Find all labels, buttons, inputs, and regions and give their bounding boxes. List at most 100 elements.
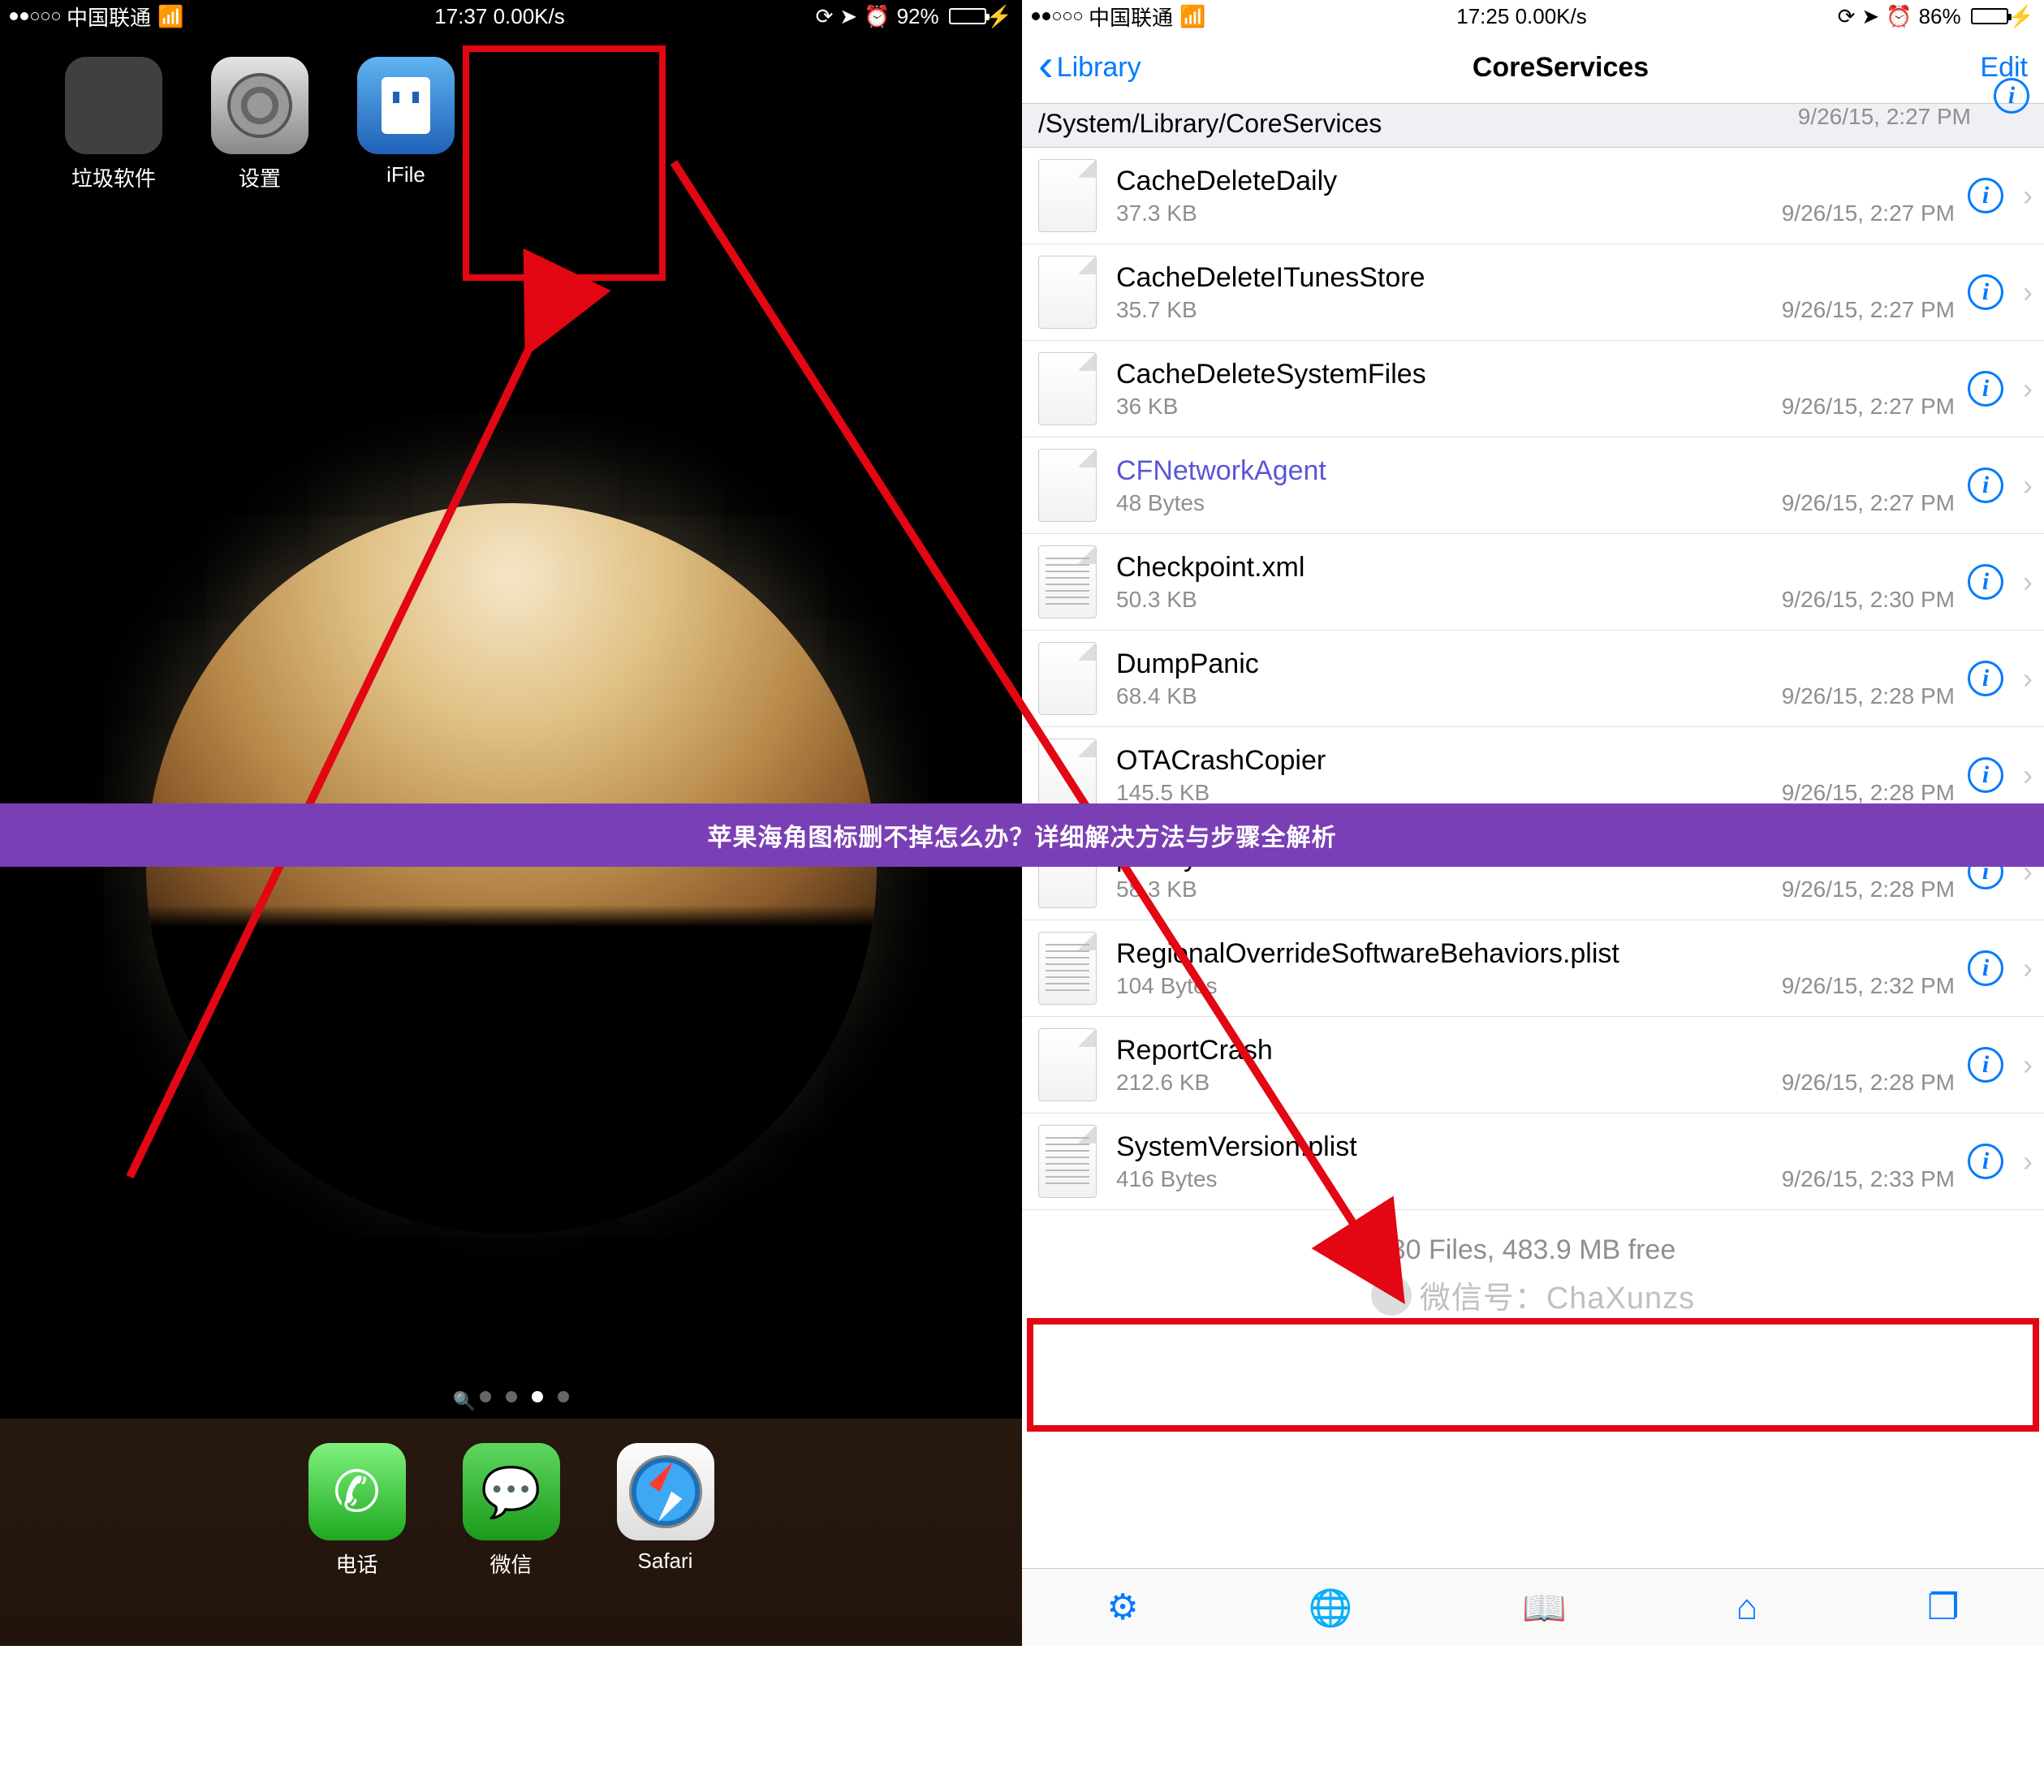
wifi-icon: 📶 [1179, 4, 1205, 29]
file-date: 9/26/15, 2:33 PM [1782, 1166, 1955, 1192]
file-row[interactable]: RegionalOverrideSoftwareBehaviors.plist1… [1022, 920, 2044, 1017]
settings-icon[interactable]: ⚙ [1106, 1587, 1138, 1628]
file-row[interactable]: SystemVersion.plist416 Bytes9/26/15, 2:3… [1022, 1114, 2044, 1210]
file-date: 9/26/15, 2:27 PM [1782, 490, 1955, 516]
file-date: 9/26/15, 2:27 PM [1782, 394, 1955, 420]
web-icon[interactable]: 🌐 [1309, 1587, 1353, 1629]
file-name: Checkpoint.xml [1116, 552, 2044, 584]
footer-summary: 30 Files, 483.9 MB free [1022, 1210, 2044, 1273]
info-icon[interactable]: i [1968, 178, 2003, 213]
file-icon [1038, 256, 1097, 329]
info-icon[interactable]: i [1968, 371, 2003, 407]
chevron-right-icon: › [2023, 468, 2033, 502]
file-name: RegionalOverrideSoftwareBehaviors.plist [1116, 938, 2044, 970]
bookmarks-icon[interactable]: 📖 [1522, 1587, 1567, 1629]
file-row[interactable]: CacheDeleteSystemFiles 36 KB 9/26/15, 2:27… [1022, 341, 2044, 437]
file-size: 68.4 KB [1116, 683, 1197, 709]
carrier-label: 中国联通 [67, 2, 151, 32]
info-icon[interactable]: i [1968, 1144, 2003, 1179]
file-size: 212.6 KB [1116, 1070, 1210, 1096]
back-button[interactable]: Library [1038, 52, 1141, 84]
nav-title: CoreServices [1473, 52, 1649, 84]
info-icon[interactable]: i [1968, 661, 2003, 696]
phone-icon: ✆ [308, 1443, 406, 1540]
path-bar[interactable]: /System/Library/CoreServices 9/26/15, 2:… [1022, 104, 2044, 148]
file-size: 35.7 KB [1116, 297, 1197, 323]
file-name: CacheDeleteSystemFiles [1116, 359, 2044, 390]
info-icon[interactable]: i [1968, 757, 2003, 793]
lock-icon: ⟳ [816, 4, 834, 29]
chevron-right-icon: › [2023, 275, 2033, 309]
file-size: 58.3 KB [1116, 877, 1197, 902]
file-row[interactable]: CacheDeleteDaily37.3 KB9/26/15, 2:27 PMi… [1022, 148, 2044, 244]
signal-dots-icon [1032, 12, 1082, 20]
file-date: 9/26/15, 2:28 PM [1782, 683, 1955, 709]
info-icon[interactable]: i [1968, 467, 2003, 503]
file-icon [1038, 1125, 1097, 1198]
page-indicator[interactable]: 🔍 [0, 1391, 1022, 1402]
app-label: 垃圾软件 [71, 162, 156, 192]
file-row[interactable]: CacheDeleteITunesStore35.7 KB9/26/15, 2:… [1022, 244, 2044, 341]
file-date: 9/26/15, 2:28 PM [1782, 877, 1955, 902]
ghost-date: 9/26/15, 2:27 PM [1798, 104, 1971, 130]
speed-label: 0.00K/s [494, 4, 565, 28]
file-date: 9/26/15, 2:28 PM [1782, 780, 1955, 806]
file-date: 9/26/15, 2:32 PM [1782, 973, 1955, 999]
file-row[interactable]: Checkpoint.xml50.3 KB9/26/15, 2:30 PMi› [1022, 534, 2044, 631]
app-ifile[interactable]: iFile [357, 57, 455, 192]
wifi-icon: 📶 [157, 4, 183, 29]
safari-icon [617, 1443, 714, 1540]
battery-pct: 86% [1919, 4, 1961, 29]
alarm-icon: ⏰ [1886, 4, 1912, 29]
file-name: CacheDeleteITunesStore [1116, 262, 2044, 294]
file-size: 36 KB [1116, 394, 1178, 420]
info-icon[interactable]: i [1994, 78, 2029, 114]
chevron-right-icon: › [2023, 661, 2033, 696]
signal-dots-icon [10, 12, 60, 20]
gear-icon [211, 57, 308, 154]
file-name: CacheDeleteDaily [1116, 166, 2044, 197]
file-icon [1038, 932, 1097, 1005]
chevron-right-icon: › [2023, 1144, 2033, 1178]
dock-wechat[interactable]: 💬 微信 [463, 1443, 560, 1579]
file-row[interactable]: ReportCrash212.6 KB9/26/15, 2:28 PMi› [1022, 1017, 2044, 1114]
file-icon [1038, 545, 1097, 618]
ifile-icon [357, 57, 455, 154]
wechat-icon: 💬 [463, 1443, 560, 1540]
watermark: 微信号：ChaXunzs [1022, 1273, 2044, 1317]
file-icon [1038, 1028, 1097, 1101]
status-bar-right: 中国联通 📶 17:25 0.00K/s ⟳ ➤ ⏰ 86% ⚡ [1022, 0, 2044, 32]
nav-bar: Library CoreServices Edit [1022, 32, 2044, 104]
file-name: SystemVersion.plist [1116, 1131, 2044, 1163]
info-icon[interactable]: i [1968, 564, 2003, 600]
file-list: CacheDeleteDaily37.3 KB9/26/15, 2:27 PMi… [1022, 148, 2044, 1210]
chevron-right-icon: › [2023, 179, 2033, 213]
file-date: 9/26/15, 2:27 PM [1782, 200, 1955, 226]
status-bar-left: 中国联通 📶 17:37 0.00K/s ⟳ ➤ ⏰ 92% ⚡ [0, 0, 1022, 32]
file-date: 9/26/15, 2:30 PM [1782, 587, 1955, 613]
file-row[interactable]: DumpPanic68.4 KB9/26/15, 2:28 PMi› [1022, 631, 2044, 727]
spotlight-icon[interactable]: 🔍 [454, 1391, 465, 1402]
tabs-icon[interactable]: ❐ [1927, 1587, 1959, 1628]
wechat-icon [1371, 1275, 1412, 1316]
info-icon[interactable]: i [1968, 950, 2003, 986]
info-icon[interactable]: i [1968, 1047, 2003, 1083]
chevron-right-icon: › [2023, 951, 2033, 985]
file-size: 48 Bytes [1116, 490, 1205, 516]
dock-safari[interactable]: Safari [617, 1443, 714, 1574]
file-icon [1038, 352, 1097, 425]
app-folder-junk[interactable]: 垃圾软件 [65, 57, 162, 192]
overlay-banner: 苹果海角图标删不掉怎么办？详细解决方法与步骤全解析 [0, 803, 2044, 867]
file-row[interactable]: CFNetworkAgent 48 Bytes 9/26/15, 2:27 PM i › [1022, 437, 2044, 534]
location-icon: ➤ [839, 4, 857, 29]
home-icon[interactable]: ⌂ [1736, 1587, 1758, 1628]
app-settings[interactable]: 设置 [211, 57, 308, 192]
battery-icon: ⚡ [946, 4, 1012, 29]
time-label: 17:25 [1456, 4, 1509, 28]
folder-icon [65, 57, 162, 154]
location-icon: ➤ [1861, 4, 1879, 29]
dock-phone[interactable]: ✆ 电话 [308, 1443, 406, 1579]
file-name: CFNetworkAgent [1116, 455, 2044, 487]
highlight-box-systemversion [1027, 1318, 2039, 1432]
info-icon[interactable]: i [1968, 274, 2003, 310]
